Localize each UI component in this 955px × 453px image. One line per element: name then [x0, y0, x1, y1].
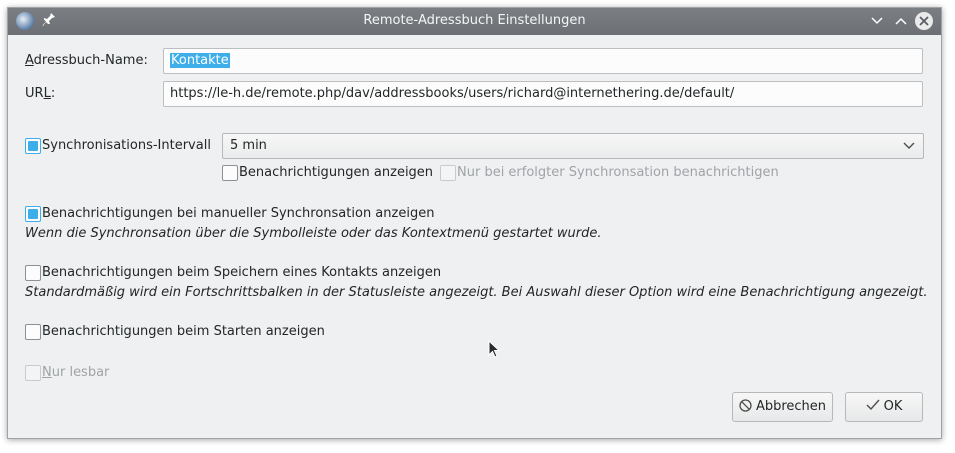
title-bar[interactable]: Remote-Adressbuch Einstellungen [8, 8, 941, 35]
close-button[interactable] [915, 12, 933, 30]
ok-button-label: OK [883, 399, 903, 414]
only-success-label: Nur bei erfolgter Synchronsation benachr… [457, 165, 779, 180]
cancel-button-label: Abbrechen [755, 399, 827, 414]
cancel-icon [739, 393, 752, 421]
maximize-button[interactable] [892, 12, 910, 30]
addressbook-name-value: Kontakte [170, 53, 230, 68]
show-notifications-label[interactable]: Benachrichtigungen anzeigen [239, 165, 433, 180]
readonly-label: Nur lesbar [42, 365, 110, 380]
save-contact-notify-label[interactable]: Benachrichtigungen beim Speichern eines … [42, 265, 441, 280]
minimize-button[interactable] [868, 12, 886, 30]
show-notifications-checkbox[interactable] [222, 165, 238, 181]
url-value: https://le-h.de/remote.php/dav/addressbo… [170, 86, 735, 101]
addressbook-name-input[interactable]: Kontakte [163, 48, 923, 74]
startup-notify-label[interactable]: Benachrichtigungen beim Starten anzeigen [42, 324, 325, 339]
sync-interval-label[interactable]: Synchronisations-Intervall [42, 138, 211, 153]
chevron-down-icon [903, 134, 915, 167]
sync-interval-value: 5 min [230, 138, 267, 153]
startup-notify-checkbox[interactable] [25, 324, 41, 340]
settings-dialog: Remote-Adressbuch Einstellungen Adressbu… [7, 7, 942, 439]
readonly-checkbox[interactable] [25, 365, 41, 381]
manual-sync-notify-label[interactable]: Benachrichtigungen bei manueller Synchro… [42, 206, 434, 221]
only-success-checkbox[interactable] [440, 165, 456, 181]
checkmark-icon [866, 393, 880, 421]
cancel-button[interactable]: Abbrechen [732, 392, 833, 422]
ok-button[interactable]: OK [845, 392, 923, 422]
manual-sync-note: Wenn die Synchronsation über die Symboll… [25, 226, 602, 241]
addressbook-name-label: Adressbuch-Name: [25, 53, 148, 68]
save-contact-notify-checkbox[interactable] [25, 265, 41, 281]
window-title: Remote-Adressbuch Einstellungen [363, 13, 586, 28]
save-contact-note: Standardmäßig wird ein Fortschrittsbalke… [25, 285, 928, 300]
manual-sync-notify-checkbox[interactable] [25, 206, 41, 222]
url-label: URL: [25, 86, 56, 101]
url-input[interactable]: https://le-h.de/remote.php/dav/addressbo… [163, 81, 923, 107]
sync-interval-checkbox[interactable] [25, 138, 41, 154]
mouse-pointer-icon [488, 339, 502, 360]
sync-interval-select[interactable]: 5 min [222, 133, 924, 159]
